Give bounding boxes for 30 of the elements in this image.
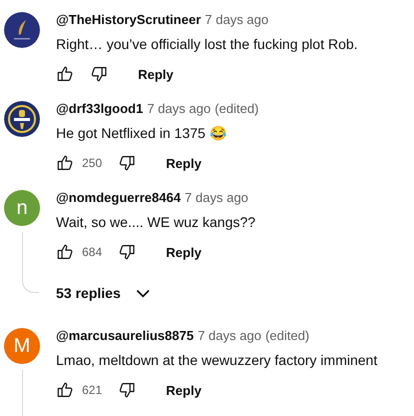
author-name[interactable]: @marcusaurelius8875 xyxy=(56,326,194,346)
dislike-icon[interactable] xyxy=(118,381,136,399)
dislike-icon[interactable] xyxy=(118,154,136,172)
like-icon[interactable] xyxy=(56,65,74,83)
edited-label: (edited) xyxy=(214,100,259,118)
like-count: 621 xyxy=(82,383,102,397)
like-count: 250 xyxy=(82,156,102,170)
comment-text: He got Netflixed in 1375 😂 xyxy=(56,124,228,143)
edited-label: (edited) xyxy=(265,327,310,345)
comment-time: 7 days ago xyxy=(184,189,248,207)
comment-text: Lmao, meltdown at the wewuzzery factory imminent xyxy=(56,351,378,370)
dislike-icon[interactable] xyxy=(90,65,108,83)
like-icon[interactable] xyxy=(56,243,74,261)
like-icon[interactable] xyxy=(56,381,74,399)
comment-text: Wait, so we.... WE wuz kangs?? xyxy=(56,213,256,232)
author-name[interactable]: @TheHistoryScrutineer xyxy=(56,10,201,30)
author-name[interactable]: @nomdeguerre8464 xyxy=(56,188,181,208)
comment-time: 7 days ago xyxy=(204,11,268,29)
author-name[interactable]: @drf33lgood1 xyxy=(56,99,144,119)
comment-time: 7 days ago xyxy=(198,327,262,345)
reply-button[interactable]: Reply xyxy=(166,156,202,170)
comment-text: Right… you’ve officially lost the fucking plot Rob. xyxy=(56,35,359,54)
replies-toggle[interactable]: 53 replies xyxy=(56,275,153,311)
dislike-icon[interactable] xyxy=(118,243,136,261)
reply-button[interactable]: Reply xyxy=(166,244,202,260)
reply-button[interactable]: Reply xyxy=(138,66,174,82)
like-count: 684 xyxy=(82,245,102,259)
like-icon[interactable] xyxy=(56,154,74,172)
reply-button[interactable]: Reply xyxy=(166,382,202,398)
comment-time: 7 days ago xyxy=(147,100,211,118)
